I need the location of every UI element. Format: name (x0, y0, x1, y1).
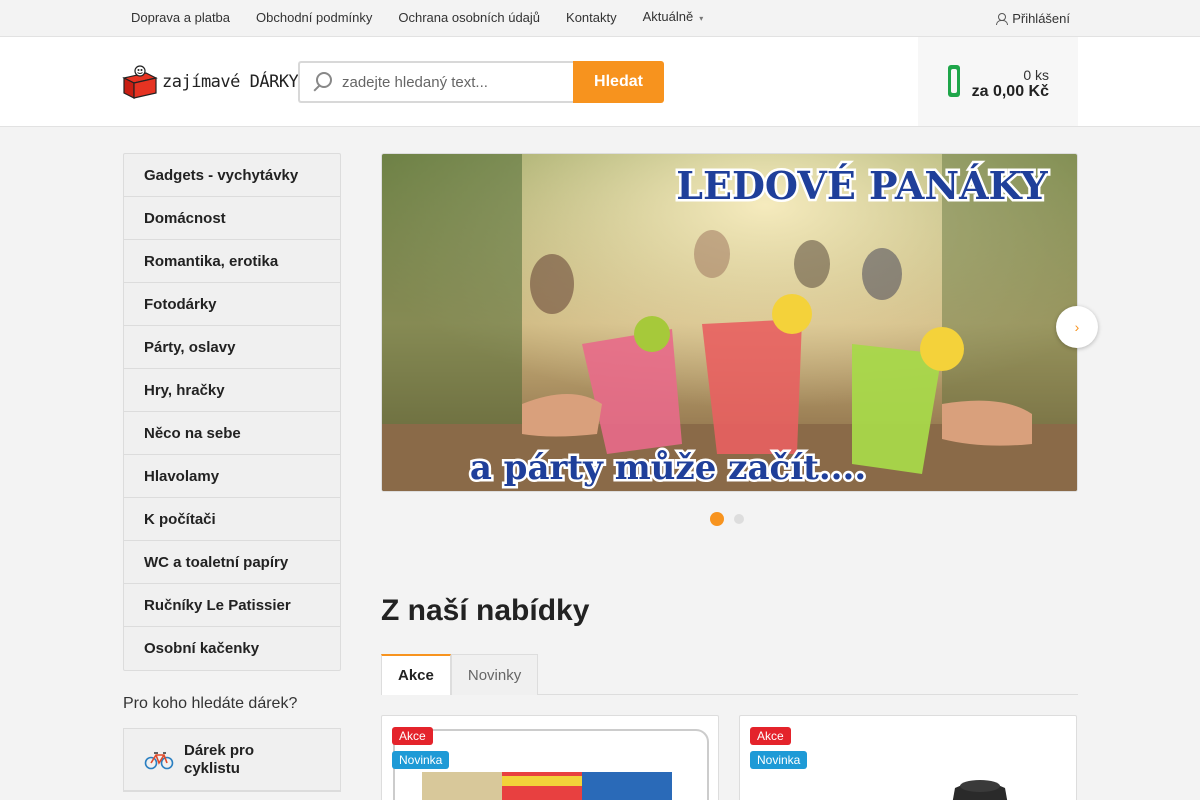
category-games-toys[interactable]: Hry, hračky (124, 369, 340, 412)
nav-terms[interactable]: Obchodní podmínky (243, 0, 385, 36)
nav-privacy[interactable]: Ochrana osobních údajů (385, 0, 553, 36)
category-puzzles[interactable]: Hlavolamy (124, 455, 340, 498)
gift-box-logo-icon (122, 65, 158, 99)
cart-widget[interactable]: 0 ks za 0,00 Kč (918, 37, 1078, 126)
site-header: zajímavé DÁRKY Hledat 0 ks za 0,00 Kč (0, 37, 1200, 127)
category-computer[interactable]: K počítači (124, 498, 340, 541)
tab-new[interactable]: Novinky (450, 654, 539, 695)
offer-tabs: Akce Novinky (381, 654, 1078, 695)
category-towels[interactable]: Ručníky Le Patissier (124, 584, 340, 627)
search-icon (312, 72, 332, 92)
tab-sale[interactable]: Akce (381, 654, 451, 695)
category-clothing[interactable]: Něco na sebe (124, 412, 340, 455)
category-household[interactable]: Domácnost (124, 197, 340, 240)
category-parties[interactable]: Párty, oslavy (124, 326, 340, 369)
nav-contacts[interactable]: Kontakty (553, 0, 630, 36)
sale-badge: Akce (750, 727, 791, 745)
search-button[interactable]: Hledat (573, 61, 664, 103)
recipient-cyclist-label: Dárek pro cyklistu (184, 741, 255, 777)
login-link[interactable]: Přihlášení (996, 0, 1070, 36)
site-logo[interactable]: zajímavé DÁRKY (122, 64, 299, 100)
new-badge: Novinka (750, 751, 808, 769)
cart-count: 0 ks (1023, 67, 1049, 83)
carousel-dots (710, 512, 744, 526)
user-icon (996, 12, 1009, 25)
search-input[interactable] (342, 73, 562, 91)
category-gadgets[interactable]: Gadgets - vychytávky (124, 154, 340, 197)
product-card[interactable]: Akce Novinka (739, 715, 1077, 800)
banner-headline: LEDOVÉ PANÁKY (676, 163, 1048, 208)
category-menu: Gadgets - vychytávky Domácnost Romantika… (123, 153, 341, 671)
nav-news[interactable]: Aktuálně ▾ (630, 0, 717, 37)
cart-icon (948, 65, 960, 97)
category-wc-toilet-paper[interactable]: WC a toaletní papíry (124, 541, 340, 584)
carousel-dot[interactable] (734, 514, 744, 524)
nav-news-label: Aktuálně (642, 9, 694, 24)
category-ducks[interactable]: Osobní kačenky (124, 627, 340, 670)
gift-recipient-list: Dárek pro cyklistu (123, 728, 341, 792)
top-bar: Doprava a platba Obchodní podmínky Ochra… (0, 0, 1200, 37)
gift-recipient-heading: Pro koho hledáte dárek? (123, 695, 298, 712)
new-badge: Novinka (392, 751, 450, 769)
banner-image: LEDOVÉ PANÁKY a párty může začít.... (382, 154, 1077, 491)
login-label: Přihlášení (1012, 10, 1070, 26)
hero-banner[interactable]: LEDOVÉ PANÁKY a párty může začít.... (381, 153, 1078, 492)
cart-total: za 0,00 Kč (971, 83, 1049, 100)
chevron-down-icon: ▾ (699, 14, 704, 23)
logo-text: zajímavé DÁRKY (162, 72, 299, 92)
carousel-next-button[interactable]: › (1056, 306, 1098, 348)
recipient-cyclist[interactable]: Dárek pro cyklistu (124, 729, 340, 791)
top-navigation: Doprava a platba Obchodní podmínky Ochra… (118, 0, 716, 36)
search-form: Hledat (298, 61, 664, 103)
nav-shipping-payment[interactable]: Doprava a platba (118, 0, 243, 36)
bicycle-icon (144, 751, 174, 769)
chevron-right-icon: › (1074, 319, 1080, 335)
category-photo-gifts[interactable]: Fotodárky (124, 283, 340, 326)
sale-badge: Akce (392, 727, 433, 745)
banner-tagline: a párty může začít.... (470, 448, 866, 488)
carousel-dot[interactable] (710, 512, 724, 526)
category-romance[interactable]: Romantika, erotika (124, 240, 340, 283)
search-box (298, 61, 573, 103)
product-card[interactable]: Akce Novinka (381, 715, 719, 800)
section-title: Z naší nabídky (381, 594, 590, 627)
